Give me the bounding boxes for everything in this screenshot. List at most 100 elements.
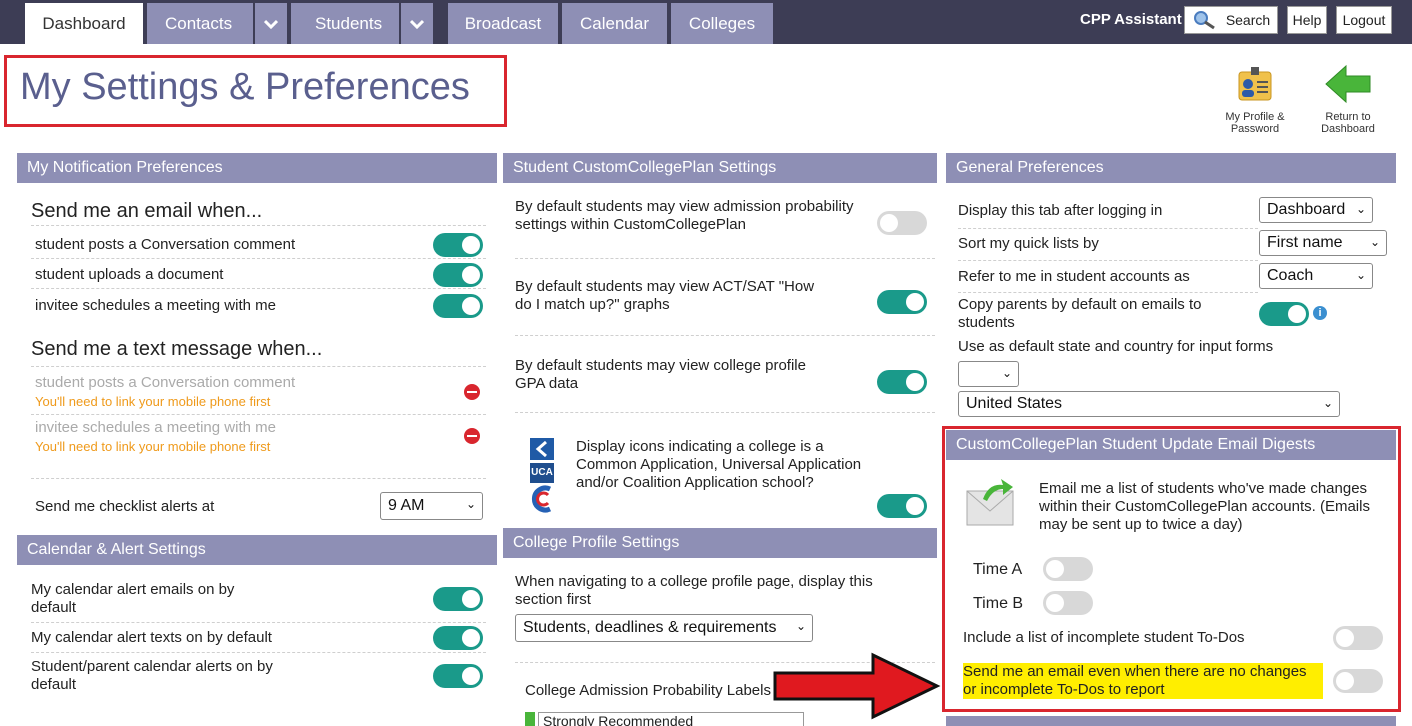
default-state-select[interactable]: ⌄ — [958, 361, 1019, 387]
link-phone-warning: You'll need to link your mobile phone fi… — [35, 439, 271, 454]
tab-colleges[interactable]: Colleges — [671, 3, 773, 44]
default-tab-value: Dashboard — [1267, 201, 1346, 218]
refer-value: Coach — [1267, 267, 1314, 284]
college-profile-section-value: Students, deadlines & requirements — [523, 619, 777, 636]
calendar-settings-header: Calendar & Alert Settings — [17, 535, 497, 565]
annotation-arrow-icon — [773, 652, 941, 720]
chevron-down-icon: ⌄ — [1355, 268, 1366, 282]
chevron-down-icon: ⌄ — [1369, 235, 1380, 249]
sort-lists-value: First name — [1267, 234, 1343, 251]
help-button[interactable]: Help — [1287, 6, 1327, 34]
divider — [31, 366, 486, 367]
student-settings-header: Student CustomCollegePlan Settings — [503, 153, 937, 183]
refer-select[interactable]: Coach ⌄ — [1259, 263, 1373, 289]
email-comment-toggle[interactable] — [433, 233, 483, 257]
return-dashboard-link[interactable]: Return to Dashboard — [1312, 64, 1384, 135]
tab-broadcast[interactable]: Broadcast — [448, 3, 558, 44]
divider — [958, 228, 1258, 229]
email-upload-toggle[interactable] — [433, 263, 483, 287]
email-heading: Send me an email when... — [31, 200, 263, 222]
digest-highlight-box — [942, 426, 1401, 712]
divider — [515, 412, 935, 413]
probability-label-input[interactable]: Strongly Recommended — [538, 712, 804, 726]
student-setting-label: Display icons indicating a college is a … — [576, 438, 862, 491]
tab-calendar[interactable]: Calendar — [562, 3, 667, 44]
checklist-time-select[interactable]: 9 AM ⌄ — [380, 492, 483, 520]
text-heading: Send me a text message when... — [31, 338, 323, 360]
chevron-down-icon[interactable] — [253, 3, 287, 44]
assistant-label: CPP Assistant — [1080, 11, 1182, 28]
app-icons-toggle[interactable] — [877, 494, 927, 518]
default-tab-label: Display this tab after logging in — [958, 202, 1163, 219]
probability-labels-heading: College Admission Probability Labels — [525, 682, 771, 699]
gpa-data-toggle[interactable] — [877, 370, 927, 394]
checklist-alert-label: Send me checklist alerts at — [35, 498, 215, 515]
tab-contacts[interactable]: Contacts — [147, 3, 287, 44]
blocked-icon — [464, 428, 480, 444]
student-setting-label: By default students may view college pro… — [515, 357, 806, 392]
divider — [515, 335, 935, 336]
divider — [958, 260, 1258, 261]
text-item-label: invitee schedules a meeting with me — [35, 419, 276, 436]
admission-probability-toggle[interactable] — [877, 211, 927, 235]
act-sat-graphs-toggle[interactable] — [877, 290, 927, 314]
search-button[interactable]: Search — [1184, 6, 1278, 34]
tab-contacts-label: Contacts — [165, 13, 233, 33]
default-country-select[interactable]: United States ⌄ — [958, 391, 1340, 417]
application-icons: UCA — [528, 438, 558, 518]
chevron-down-icon: ⌄ — [465, 497, 476, 511]
general-prefs-header: General Preferences — [946, 153, 1396, 183]
return-dashboard-label: Return to Dashboard — [1321, 111, 1375, 135]
top-nav: Dashboard Contacts Students Broadcast Ca… — [0, 0, 1412, 44]
divider — [31, 258, 486, 259]
sort-lists-select[interactable]: First name ⌄ — [1259, 230, 1387, 256]
email-item-label: student posts a Conversation comment — [35, 236, 296, 253]
chevron-down-icon: ⌄ — [1355, 202, 1366, 216]
text-item-label: student posts a Conversation comment — [35, 374, 296, 391]
checklist-time-value: 9 AM — [388, 497, 425, 514]
notification-prefs-header: My Notification Preferences — [17, 153, 497, 183]
refer-label: Refer to me in student accounts as — [958, 268, 1190, 285]
calendar-texts-toggle[interactable] — [433, 626, 483, 650]
sort-lists-label: Sort my quick lists by — [958, 235, 1099, 252]
my-profile-link[interactable]: My Profile & Password — [1218, 64, 1292, 135]
probability-label-swatch — [525, 712, 535, 726]
coalition-app-icon — [531, 485, 552, 513]
chevron-down-icon: ⌄ — [1322, 396, 1333, 410]
college-profile-header: College Profile Settings — [503, 528, 937, 558]
universal-app-icon: UCA — [530, 463, 554, 483]
default-tab-select[interactable]: Dashboard ⌄ — [1259, 197, 1373, 223]
divider — [31, 414, 486, 415]
chevron-down-icon: ⌄ — [1001, 366, 1012, 380]
divider — [31, 288, 486, 289]
tab-dashboard[interactable]: Dashboard — [25, 3, 143, 44]
email-item-label: invitee schedules a meeting with me — [35, 297, 276, 314]
common-app-icon — [530, 438, 554, 460]
blocked-icon — [464, 384, 480, 400]
parent-alerts-toggle[interactable] — [433, 664, 483, 688]
chevron-down-icon: ⌄ — [795, 619, 806, 633]
email-meeting-toggle[interactable] — [433, 294, 483, 318]
calendar-item-label: My calendar alert emails on by default — [31, 581, 235, 616]
logout-button[interactable]: Logout — [1336, 6, 1392, 34]
default-state-label: Use as default state and country for inp… — [958, 338, 1274, 355]
probability-label-text: Strongly Recommended — [543, 713, 694, 726]
link-phone-warning: You'll need to link your mobile phone fi… — [35, 394, 271, 409]
divider — [958, 292, 1258, 293]
student-setting-label: By default students may view ACT/SAT "Ho… — [515, 278, 815, 313]
tab-students[interactable]: Students — [291, 3, 433, 44]
divider — [31, 478, 486, 479]
college-profile-section-select[interactable]: Students, deadlines & requirements ⌄ — [515, 614, 813, 642]
divider — [31, 652, 486, 653]
copy-parents-toggle[interactable] — [1259, 302, 1309, 326]
info-icon[interactable]: i — [1313, 306, 1327, 320]
search-icon — [1193, 11, 1215, 30]
calendar-item-label: My calendar alert texts on by default — [31, 629, 272, 646]
tab-students-label: Students — [315, 13, 383, 33]
email-item-label: student uploads a document — [35, 266, 224, 283]
chevron-down-icon[interactable] — [399, 3, 433, 44]
calendar-item-label: Student/parent calendar alerts on by def… — [31, 658, 273, 693]
calendar-emails-toggle[interactable] — [433, 587, 483, 611]
next-panel-header — [946, 716, 1396, 726]
copy-parents-label: Copy parents by default on emails to stu… — [958, 296, 1202, 331]
